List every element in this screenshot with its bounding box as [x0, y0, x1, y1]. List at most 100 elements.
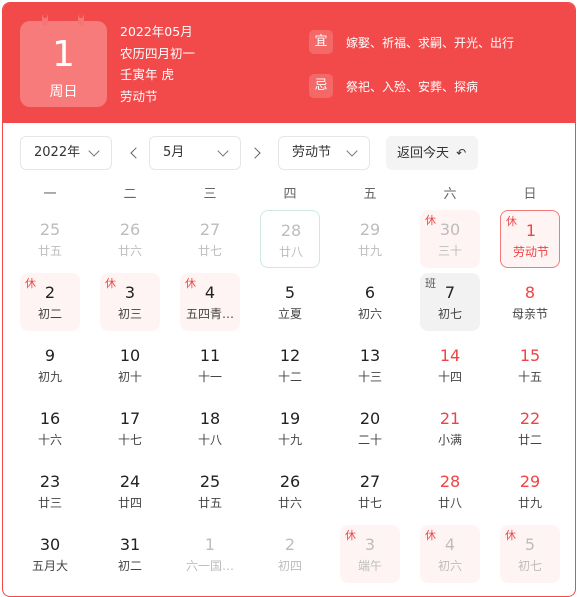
day-lunar-label: 廿五: [37, 244, 62, 258]
day-number: 10: [119, 346, 141, 365]
undo-icon: ↶: [456, 146, 467, 160]
day-lunar-label: 廿七: [357, 496, 382, 510]
day-lunar-label: 劳动节: [512, 245, 549, 259]
day-cell[interactable]: 24 廿四: [100, 462, 160, 520]
day-number: 4: [444, 535, 456, 554]
day-number: 30: [39, 535, 61, 554]
day-cell[interactable]: 27 廿七: [340, 462, 400, 520]
day-number: 29: [359, 220, 381, 239]
calendar-toolbar: 2022年 5月 劳动节 返回今天 ↶: [3, 123, 575, 177]
day-cell[interactable]: 15 十五: [500, 336, 560, 394]
day-lunar-label: 十六: [37, 433, 62, 447]
day-cell[interactable]: 休 2 初二: [20, 273, 80, 331]
day-cell[interactable]: 13 十三: [340, 336, 400, 394]
day-lunar-label: 三十: [437, 244, 462, 258]
weekday-header: 二: [123, 187, 137, 202]
day-cell[interactable]: 休 4 五四青…: [180, 273, 240, 331]
year-select[interactable]: 2022年: [20, 136, 112, 170]
day-cell[interactable]: 休 3 初三: [100, 273, 160, 331]
prev-month-arrow-icon[interactable]: [130, 147, 142, 159]
day-number: 25: [199, 472, 221, 491]
weekday-header: 五: [363, 187, 377, 202]
day-number: 5: [284, 283, 296, 302]
day-number: 23: [39, 472, 61, 491]
day-cell[interactable]: 14 十四: [420, 336, 480, 394]
day-cell[interactable]: 26 廿六: [100, 210, 160, 268]
day-cell[interactable]: 12 十二: [260, 336, 320, 394]
day-cell[interactable]: 31 初二: [100, 525, 160, 583]
day-cell[interactable]: 休 30 三十: [420, 210, 480, 268]
day-number: 30: [439, 220, 461, 239]
day-lunar-label: 十八: [197, 433, 222, 447]
day-number: 11: [199, 346, 221, 365]
day-cell[interactable]: 28 廿八: [260, 210, 320, 268]
chevron-down-icon: [88, 145, 100, 157]
day-cell[interactable]: 8 母亲节: [500, 273, 560, 331]
day-cell[interactable]: 23 廿三: [20, 462, 80, 520]
day-number: 28: [439, 472, 461, 491]
calendar-header: 1 周日 2022年05月 农历四月初一 壬寅年 虎 劳动节 宜 嫁娶、祈福、求…: [3, 3, 575, 123]
day-cell[interactable]: 6 初六: [340, 273, 400, 331]
day-number: 14: [439, 346, 461, 365]
day-cell[interactable]: 26 廿六: [260, 462, 320, 520]
gregorian-month: 2022年05月: [120, 24, 193, 39]
day-cell[interactable]: 班 7 初七: [420, 273, 480, 331]
day-cell[interactable]: 17 十七: [100, 399, 160, 457]
back-to-today-button[interactable]: 返回今天 ↶: [386, 136, 478, 170]
day-cell[interactable]: 休 3 端午: [340, 525, 400, 583]
selected-day-number: 1: [52, 34, 75, 75]
binder-ring-icon: [42, 14, 48, 26]
day-cell[interactable]: 22 廿二: [500, 399, 560, 457]
next-month-arrow-icon[interactable]: [249, 147, 261, 159]
day-number: 20: [359, 409, 381, 428]
day-cell[interactable]: 11 十一: [180, 336, 240, 394]
day-cell[interactable]: 1 六一国…: [180, 525, 240, 583]
day-number: 13: [359, 346, 381, 365]
day-number: 29: [519, 472, 541, 491]
day-cell[interactable]: 休 1 劳动节: [500, 210, 560, 268]
day-lunar-label: 十七: [117, 433, 142, 447]
day-cell[interactable]: 27 廿七: [180, 210, 240, 268]
day-cell[interactable]: 29 廿九: [500, 462, 560, 520]
day-number: 16: [39, 409, 61, 428]
ji-badge: 忌: [309, 74, 333, 98]
day-number: 6: [364, 283, 376, 302]
day-cell[interactable]: 5 立夏: [260, 273, 320, 331]
day-number: 1: [204, 535, 216, 554]
binder-ring-icon: [78, 14, 84, 26]
day-cell[interactable]: 21 小满: [420, 399, 480, 457]
day-cell[interactable]: 30 五月大: [20, 525, 80, 583]
day-cell[interactable]: 25 廿五: [180, 462, 240, 520]
day-lunar-label: 十三: [357, 370, 382, 384]
day-cell[interactable]: 9 初九: [20, 336, 80, 394]
day-cell[interactable]: 19 十九: [260, 399, 320, 457]
selected-weekday: 周日: [49, 84, 78, 100]
day-cell[interactable]: 25 廿五: [20, 210, 80, 268]
day-cell[interactable]: 休 4 初六: [420, 525, 480, 583]
day-lunar-label: 五月大: [31, 559, 68, 573]
day-number: 24: [119, 472, 141, 491]
day-lunar-label: 初十: [117, 370, 142, 384]
day-lunar-label: 初二: [37, 307, 62, 321]
day-lunar-label: 十四: [437, 370, 462, 384]
day-cell[interactable]: 18 十八: [180, 399, 240, 457]
day-number: 17: [119, 409, 141, 428]
day-lunar-label: 廿九: [517, 496, 542, 510]
day-cell[interactable]: 16 十六: [20, 399, 80, 457]
day-cell[interactable]: 休 5 初七: [500, 525, 560, 583]
month-select[interactable]: 5月: [149, 136, 241, 170]
date-info: 2022年05月 农历四月初一 壬寅年 虎 劳动节: [120, 21, 195, 107]
weekday-header: 四: [283, 187, 297, 202]
day-lunar-label: 廿二: [517, 433, 542, 447]
day-lunar-label: 廿九: [357, 244, 382, 258]
day-lunar-label: 初七: [437, 307, 462, 321]
day-cell[interactable]: 2 初四: [260, 525, 320, 583]
day-lunar-label: 二十: [357, 433, 382, 447]
day-cell[interactable]: 10 初十: [100, 336, 160, 394]
day-cell[interactable]: 20 二十: [340, 399, 400, 457]
day-lunar-label: 廿八: [278, 245, 303, 259]
holiday-select[interactable]: 劳动节: [278, 136, 370, 170]
day-cell[interactable]: 28 廿八: [420, 462, 480, 520]
day-lunar-label: 端午: [357, 559, 382, 573]
day-cell[interactable]: 29 廿九: [340, 210, 400, 268]
